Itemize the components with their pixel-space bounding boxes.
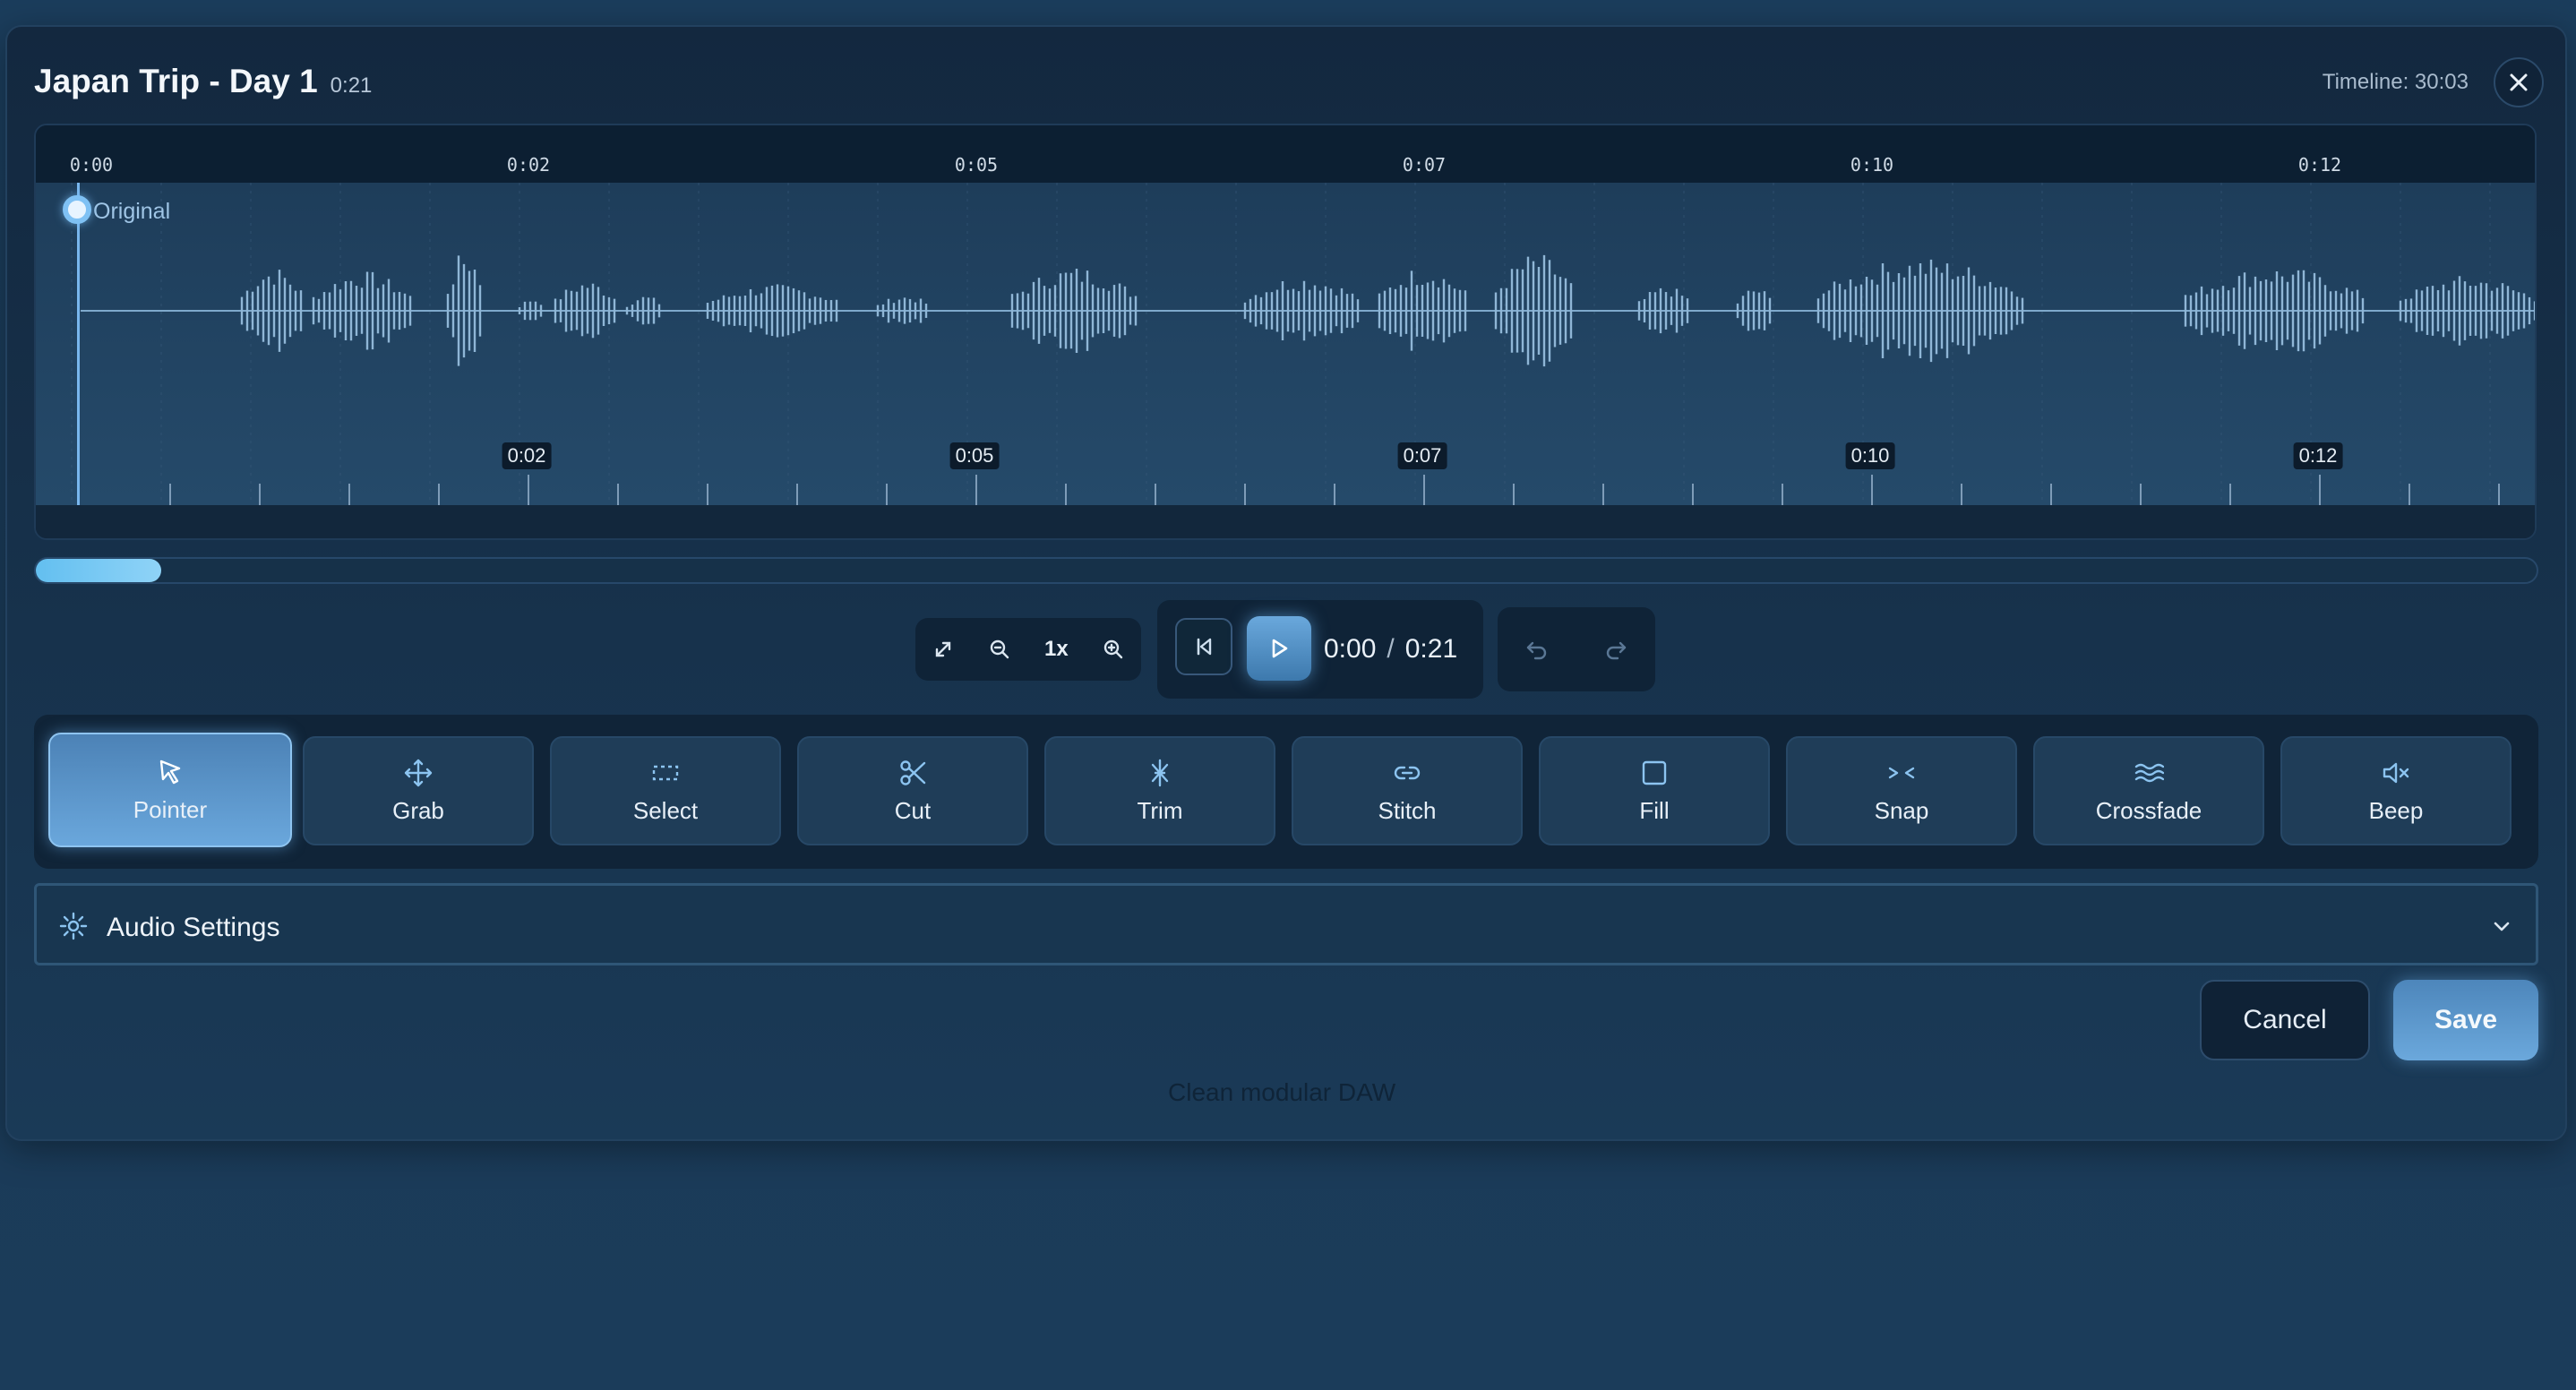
tool-select[interactable]: Select: [550, 736, 781, 845]
save-button[interactable]: Save: [2393, 980, 2538, 1060]
square-icon: [1642, 760, 1667, 785]
ruler-label: 0:05: [954, 154, 999, 176]
close-button[interactable]: [2494, 57, 2544, 107]
snap-icon: [1888, 767, 1915, 778]
project-duration: 0:21: [330, 73, 373, 98]
zoom-level: 1x: [1044, 637, 1069, 661]
gear-icon: [59, 912, 88, 940]
tool-beep[interactable]: Beep: [2280, 736, 2512, 845]
tool-label: Fill: [1639, 796, 1670, 824]
skip-to-start-button[interactable]: [1175, 618, 1232, 675]
tool-label: Stitch: [1378, 796, 1437, 824]
history-controls: [1498, 607, 1655, 691]
tool-label: Trim: [1137, 796, 1183, 824]
settings-title: Audio Settings: [107, 913, 280, 942]
play-icon: [1272, 639, 1288, 658]
playhead-line: [77, 183, 80, 505]
audio-settings-accordion[interactable]: Audio Settings: [34, 883, 2538, 965]
zoom-controls: 1x: [915, 618, 1141, 681]
tool-label: Cut: [894, 796, 932, 824]
tool-label: Beep: [2368, 796, 2424, 824]
footer-note: Clean modular DAW: [1168, 1078, 1396, 1106]
play-button[interactable]: [1247, 616, 1311, 681]
redo-icon[interactable]: [1602, 636, 1629, 663]
tool-label: Pointer: [133, 795, 208, 823]
chevron-down-icon: [2494, 922, 2510, 931]
marker-label: 0:10: [1845, 442, 1895, 469]
tool-crossfade[interactable]: Crossfade: [2033, 736, 2264, 845]
transport-controls: 0:00 / 0:21: [1157, 600, 1483, 699]
waveform: [71, 183, 2535, 505]
tool-pointer[interactable]: Pointer: [48, 733, 292, 847]
marker-label: 0:05: [949, 442, 1000, 469]
marker-label: 0:12: [2293, 442, 2343, 469]
ruler-label: 0:10: [1850, 154, 1894, 176]
mute-icon: [2383, 762, 2409, 783]
timeline-scrollbar[interactable]: [34, 557, 2538, 584]
project-title: Japan Trip - Day 1: [34, 63, 318, 99]
ruler-label: 0:00: [69, 154, 114, 176]
skip-back-icon: [1197, 638, 1212, 656]
zoom-in-icon[interactable]: [1102, 638, 1125, 661]
tool-stitch[interactable]: Stitch: [1292, 736, 1523, 845]
marker-label: 0:07: [1397, 442, 1447, 469]
waves-icon: [2134, 763, 2164, 782]
ruler-label: 0:12: [2297, 154, 2342, 176]
tool-label: Crossfade: [2095, 796, 2202, 824]
tool-label: Grab: [392, 796, 444, 824]
tool-grab[interactable]: Grab: [303, 736, 534, 845]
tool-fill[interactable]: Fill: [1539, 736, 1770, 845]
tool-palette: Pointer Grab Select Cut Trim Stitch Fill…: [34, 715, 2538, 869]
move-icon: [404, 759, 433, 786]
fit-expand-icon[interactable]: [932, 638, 955, 661]
tool-snap[interactable]: Snap: [1786, 736, 2017, 845]
zoom-out-icon[interactable]: [988, 638, 1011, 661]
time-separator: /: [1387, 634, 1395, 664]
scrollbar-thumb[interactable]: [36, 559, 161, 582]
close-icon: [2510, 73, 2528, 91]
trim-icon: [1151, 759, 1169, 786]
ruler-label: 0:07: [1402, 154, 1447, 176]
timeline-length: Timeline: 30:03: [2322, 70, 2469, 94]
tool-label: Snap: [1874, 796, 1929, 824]
tool-label: Select: [632, 796, 699, 824]
time-ruler[interactable]: 0:00 0:02 0:05 0:07 0:10 0:12: [36, 125, 2535, 183]
pointer-icon: [159, 759, 181, 784]
marker-label: 0:02: [502, 442, 552, 469]
ruler-label: 0:02: [506, 154, 551, 176]
scissors-icon: [900, 759, 926, 785]
playhead-handle[interactable]: [63, 195, 91, 224]
select-icon: [652, 765, 679, 780]
link-icon: [1394, 766, 1421, 779]
current-time: 0:00: [1324, 634, 1377, 664]
time-readout: 0:00 / 0:21: [1324, 634, 1457, 665]
undo-icon[interactable]: [1524, 636, 1550, 663]
dialog-header: Japan Trip - Day 1 0:21: [34, 63, 372, 100]
tool-cut[interactable]: Cut: [797, 736, 1028, 845]
tool-trim[interactable]: Trim: [1044, 736, 1275, 845]
total-time: 0:21: [1404, 634, 1458, 664]
track-footer: [36, 505, 2535, 538]
waveform-panel[interactable]: 0:00 0:02 0:05 0:07 0:10 0:12 Original: [34, 124, 2537, 540]
cancel-button[interactable]: Cancel: [2200, 980, 2370, 1060]
